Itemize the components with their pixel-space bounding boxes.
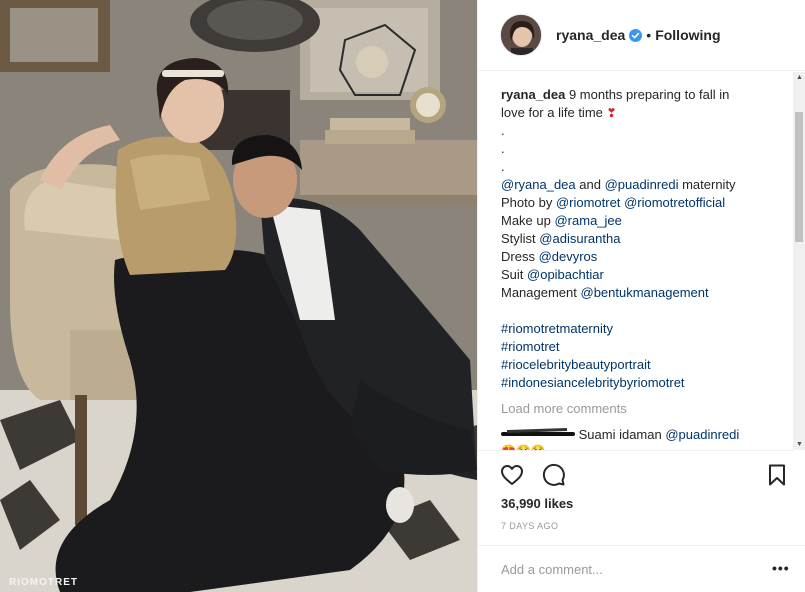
comment-input[interactable]: [501, 559, 751, 579]
avatar[interactable]: [500, 14, 542, 56]
post-timestamp[interactable]: 7 DAYS AGO: [501, 521, 558, 531]
avatar-image: [501, 15, 541, 55]
post-details-panel: ryana_dea • Following ryana_dea 9 months…: [477, 0, 805, 592]
scroll-thumb[interactable]: [795, 112, 803, 242]
credit-management: Management @bentukmanagement: [501, 284, 784, 302]
mention-link[interactable]: @rama_jee: [554, 213, 621, 228]
caption-line-2: love for a life time ❣: [501, 104, 784, 122]
caption-dot: .: [501, 141, 505, 156]
comments-scrollbar[interactable]: ▲ ▼: [793, 72, 805, 450]
credit-text: Management: [501, 285, 581, 300]
heart-emoji-icon: ❣: [606, 106, 617, 120]
bookmark-icon[interactable]: [765, 463, 789, 487]
caption-text-2: love for a life time: [501, 105, 603, 120]
following-button[interactable]: Following: [655, 27, 720, 43]
add-comment-bar: •••: [478, 545, 805, 592]
hashtag-link[interactable]: #riocelebritybeautyportrait: [501, 356, 784, 374]
load-more-comments-button[interactable]: Load more comments: [501, 400, 784, 418]
speech-bubble-icon[interactable]: [542, 463, 566, 487]
credit-stylist: Stylist @adisurantha: [501, 230, 784, 248]
verified-badge-icon: [629, 28, 643, 42]
mention-link[interactable]: @riomotret: [556, 195, 621, 210]
caption-text-1: 9 months preparing to fall in: [568, 87, 730, 102]
caption-line-1: ryana_dea 9 months preparing to fall in: [501, 86, 784, 104]
likes-count[interactable]: 36,990 likes: [501, 496, 573, 511]
caption-username[interactable]: ryana_dea: [501, 87, 565, 102]
header-username[interactable]: ryana_dea: [556, 27, 625, 43]
action-bar: [478, 450, 794, 498]
hashtag-link[interactable]: #indonesiancelebritybyriomotret: [501, 374, 784, 392]
comment-emojis: 😍😢😢: [501, 442, 546, 450]
credit-text: Stylist: [501, 231, 540, 246]
credit-dress: Dress @devyros: [501, 248, 784, 266]
mention-link[interactable]: @adisurantha: [539, 231, 620, 246]
credit-makeup: Make up @rama_jee: [501, 212, 784, 230]
header-text: ryana_dea • Following: [556, 27, 721, 43]
credit-text: maternity: [678, 177, 736, 192]
post-header: ryana_dea • Following: [478, 0, 805, 71]
mention-link[interactable]: @puadinredi: [605, 177, 679, 192]
heart-icon[interactable]: [500, 463, 524, 487]
credit-text: Dress: [501, 249, 539, 264]
credit-text: and: [575, 177, 605, 192]
mention-link[interactable]: @puadinredi: [665, 427, 739, 442]
credit-photo: Photo by @riomotret @riomotretofficial: [501, 194, 784, 212]
credit-text: Make up: [501, 213, 555, 228]
photo-watermark: RIOMOTRET: [9, 577, 78, 588]
post-photo[interactable]: RIOMOTRET: [0, 0, 477, 592]
scroll-up-arrow-icon[interactable]: ▲: [796, 74, 803, 81]
header-separator: •: [646, 27, 652, 43]
mention-link[interactable]: @ryana_dea: [501, 177, 576, 192]
credit-maternity: @ryana_dea and @puadinredi maternity: [501, 176, 784, 194]
comments-section: ryana_dea 9 months preparing to fall in …: [478, 72, 794, 450]
hashtag-link[interactable]: #riomotretmaternity: [501, 320, 784, 338]
mention-link[interactable]: @riomotretofficial: [624, 195, 725, 210]
redacted-username: [501, 428, 575, 440]
scroll-down-arrow-icon[interactable]: ▼: [796, 441, 803, 448]
credit-suit: Suit @opibachtiar: [501, 266, 784, 284]
mention-link[interactable]: @opibachtiar: [527, 267, 604, 282]
more-options-button[interactable]: •••: [772, 560, 790, 576]
comment-text: Suami idaman: [578, 427, 666, 442]
credit-text: Photo by: [501, 195, 556, 210]
mention-link[interactable]: @bentukmanagement: [581, 285, 709, 300]
caption-dot: .: [501, 159, 505, 174]
credit-text: Suit: [501, 267, 528, 282]
photo-illustration: [0, 0, 477, 592]
hashtag-link[interactable]: #riomotret: [501, 338, 784, 356]
mention-link[interactable]: @devyros: [539, 249, 598, 264]
caption-dot: .: [501, 123, 505, 138]
